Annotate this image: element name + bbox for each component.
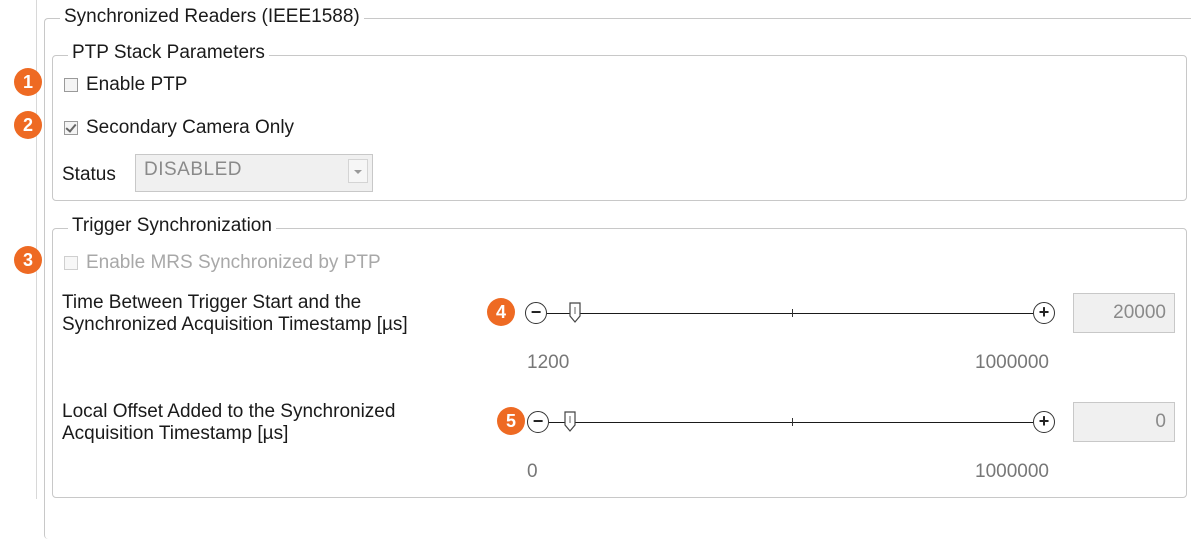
synchronized-readers-title: Synchronized Readers (IEEE1588) <box>60 6 364 28</box>
local-offset-slider-track[interactable] <box>549 422 1033 423</box>
trigger-time-label-line1: Time Between Trigger Start and the <box>62 292 362 313</box>
local-offset-slider-tick <box>792 418 793 426</box>
local-offset-slider-thumb[interactable] <box>564 411 576 433</box>
trigger-time-slider-track[interactable] <box>547 313 1033 314</box>
trigger-time-input[interactable]: 20000 <box>1073 293 1175 333</box>
status-label: Status <box>62 164 116 185</box>
badge-1: 1 <box>14 68 42 96</box>
trigger-time-label-line2: Synchronized Acquisition Timestamp [µs] <box>62 314 408 335</box>
badge-4: 4 <box>487 298 515 326</box>
local-offset-input[interactable]: 0 <box>1073 402 1175 442</box>
badge-3: 3 <box>14 246 42 274</box>
secondary-camera-label: Secondary Camera Only <box>86 117 295 138</box>
local-offset-max-label: 1000000 <box>975 461 1049 482</box>
local-offset-increase-button[interactable]: + <box>1033 411 1055 433</box>
local-offset-label-line1: Local Offset Added to the Synchronized <box>62 401 396 422</box>
trigger-sync-title: Trigger Synchronization <box>68 215 276 237</box>
ptp-stack-title: PTP Stack Parameters <box>68 42 269 64</box>
trigger-time-min-label: 1200 <box>527 352 570 373</box>
chevron-down-icon[interactable] <box>348 159 368 183</box>
enable-mrs-row[interactable]: Enable MRS Synchronized by PTP <box>64 252 381 274</box>
trigger-time-increase-button[interactable]: + <box>1033 302 1055 324</box>
badge-5: 5 <box>497 407 525 435</box>
trigger-time-slider-thumb[interactable] <box>569 302 581 324</box>
enable-mrs-checkbox[interactable] <box>64 256 78 270</box>
enable-ptp-row[interactable]: Enable PTP <box>64 74 187 96</box>
trigger-time-label: Time Between Trigger Start and the Synch… <box>62 292 482 336</box>
local-offset-decrease-button[interactable]: − <box>527 411 549 433</box>
trigger-time-slider-tick <box>792 309 793 317</box>
local-offset-label-line2: Acquisition Timestamp [µs] <box>62 423 289 444</box>
trigger-time-decrease-button[interactable]: − <box>525 302 547 324</box>
local-offset-label: Local Offset Added to the Synchronized A… <box>62 401 482 445</box>
status-value: DISABLED <box>144 159 242 180</box>
enable-ptp-checkbox[interactable] <box>64 78 78 92</box>
status-select[interactable]: DISABLED <box>135 154 373 192</box>
secondary-camera-checkbox[interactable] <box>64 121 78 135</box>
local-offset-min-label: 0 <box>527 461 538 482</box>
secondary-camera-row[interactable]: Secondary Camera Only <box>64 117 294 139</box>
enable-ptp-label: Enable PTP <box>86 74 188 95</box>
enable-mrs-label: Enable MRS Synchronized by PTP <box>86 252 381 273</box>
badge-2: 2 <box>14 111 42 139</box>
trigger-time-max-label: 1000000 <box>975 352 1049 373</box>
